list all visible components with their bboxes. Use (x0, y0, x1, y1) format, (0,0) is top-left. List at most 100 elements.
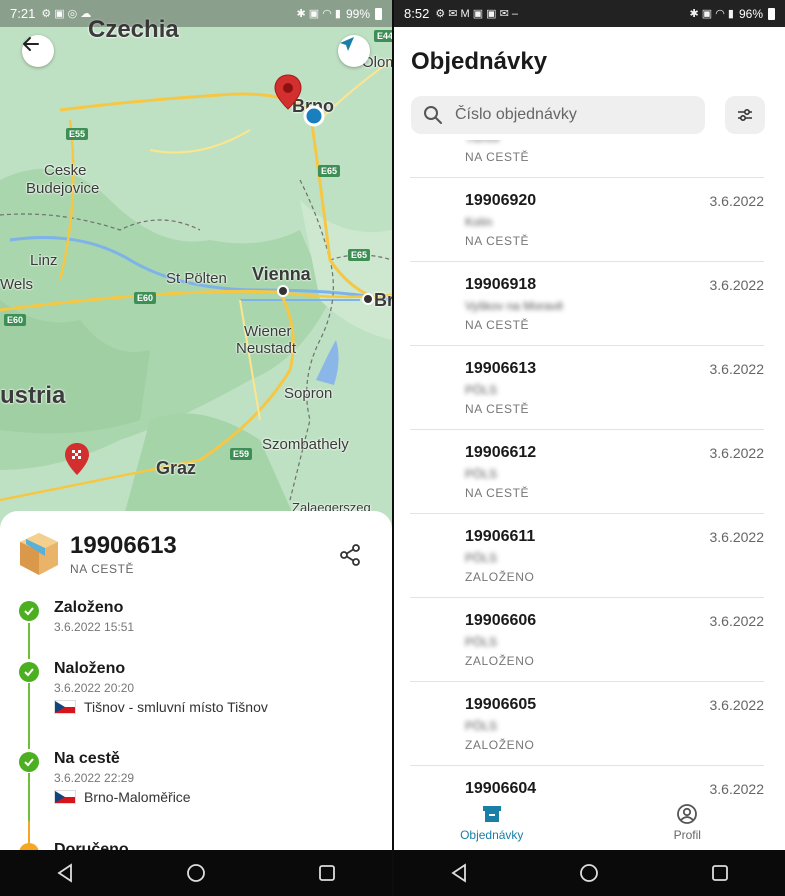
map-label-ceske: Ceske (44, 162, 87, 179)
order-row[interactable]: 19906606 PÖLS ZALOŽENO 3.6.2022 (410, 598, 764, 682)
battery-icon (375, 7, 382, 20)
timeline-step-created: Založeno 3.6.2022 15:51 (18, 599, 134, 634)
road-sign-e442: E442 (374, 30, 392, 42)
map-label-szombathely: Szombathely (262, 436, 349, 453)
map-label-sopron: Sopron (284, 385, 333, 402)
order-city: Vyškov na Moravě (465, 299, 564, 313)
timeline-step-location: Tišnov - smluvní místo Tišnov (54, 699, 378, 715)
orders-list[interactable]: 19906921TišnovNA CESTĚ19906920KolínNA CE… (410, 140, 764, 795)
map-label-bratislava: Br (374, 290, 392, 310)
signal-icons: ✱ ▣ ◠ ▮ (296, 8, 341, 20)
share-icon[interactable] (338, 543, 362, 567)
nav-back-button[interactable] (447, 861, 471, 885)
map-label-wiener: Wiener (244, 323, 292, 340)
system-nav-bar (0, 850, 392, 896)
nav-home-button[interactable] (577, 861, 601, 885)
order-row[interactable]: 19906605 PÖLS ZALOŽENO 3.6.2022 (410, 682, 764, 766)
map-label-vienna: Vienna (252, 264, 311, 284)
timeline-step-loaded: Naloženo 3.6.2022 20:20 Tišnov - smluvní… (18, 660, 378, 715)
order-date: 3.6.2022 (709, 193, 765, 209)
order-row[interactable]: 19906612 PÖLS NA CESTĚ 3.6.2022 (410, 430, 764, 514)
notification-icons: ⚙ ▣ ◎ ☁ (41, 8, 92, 20)
square-recents-icon (711, 865, 728, 881)
nav-home-button[interactable] (184, 861, 208, 885)
order-date: 3.6.2022 (709, 277, 765, 293)
order-city: PÖLS (465, 635, 498, 649)
location-name: Brno-Maloměřice (84, 789, 191, 805)
timeline-step-date: 3.6.2022 20:20 (54, 681, 135, 695)
status-battery: 96% (738, 6, 763, 21)
order-status: NA CESTĚ (465, 318, 530, 332)
order-date: 3.6.2022 (709, 613, 765, 629)
order-row[interactable]: 19906918 Vyškov na Moravě NA CESTĚ 3.6.2022 (410, 262, 764, 346)
tab-profile[interactable]: Profil (590, 795, 785, 850)
signal-icons: ✱ ▣ ◠ ▮ (689, 8, 734, 20)
timeline-step-date: 3.6.2022 15:51 (54, 620, 135, 634)
timeline-step-location: Brno-Maloměřice (54, 789, 378, 805)
status-bar: 7:21 ⚙ ▣ ◎ ☁ ✱ ▣ ◠ ▮ 99% (0, 0, 392, 27)
order-number: 19906918 (465, 276, 537, 293)
order-number: 19906606 (465, 612, 537, 629)
czech-flag-icon (54, 700, 76, 714)
order-number: 19906611 (465, 528, 536, 545)
notification-icons: ⚙ ✉ M ▣ ▣ ✉ – (435, 8, 519, 20)
order-number: 19906612 (465, 444, 537, 461)
map-label-austria: ustria (0, 382, 66, 409)
order-header: 19906613 NA CESTĚ (18, 531, 177, 577)
sliders-icon (738, 108, 752, 122)
check-circle-icon (19, 752, 39, 772)
order-city: PÖLS (465, 719, 498, 733)
timeline-step-date: 3.6.2022 22:29 (54, 771, 135, 785)
order-status: NA CESTĚ (465, 234, 530, 248)
order-detail-sheet[interactable]: 19906613 NA CESTĚ Založeno 3.6.2022 15:5… (0, 511, 392, 851)
order-row[interactable]: 19906604PÖLSZALOŽENO3.6.2022 (410, 766, 764, 795)
map-label-st-polten: St Pölten (166, 270, 227, 287)
road-sign-e60-left: E60 (4, 314, 27, 326)
system-nav-bar (394, 850, 785, 896)
timeline-step-in-transit: Na cestě 3.6.2022 22:29 Brno-Maloměřice (18, 750, 378, 805)
order-row[interactable]: 19906613 PÖLS NA CESTĚ 3.6.2022 (410, 346, 764, 430)
order-status: NA CESTĚ (70, 562, 135, 576)
map-label-budejovice: Budejovice (26, 180, 100, 197)
archive-box-icon (482, 806, 501, 822)
order-number: 19906613 (70, 532, 177, 559)
status-battery: 99% (345, 6, 370, 21)
order-row[interactable]: 19906611 PÖLS ZALOŽENO 3.6.2022 (410, 514, 764, 598)
order-number: 19906604 (465, 780, 537, 795)
map-pin-origin-icon[interactable] (64, 442, 90, 476)
order-status: NA CESTĚ (465, 486, 530, 500)
map-label-graz: Graz (156, 458, 197, 478)
czech-flag-icon (54, 790, 76, 804)
timeline-step-title: Naloženo (54, 660, 126, 677)
bottom-tab-bar: Objednávky Profil (394, 795, 785, 850)
back-button[interactable] (22, 35, 54, 67)
timeline-step-title: Na cestě (54, 750, 120, 767)
nav-recents-button[interactable] (708, 861, 732, 885)
triangle-back-icon (57, 863, 73, 883)
battery-icon (768, 7, 775, 20)
check-circle-icon (19, 662, 39, 682)
order-row[interactable]: 19906921TišnovNA CESTĚ (410, 140, 764, 178)
orders-list-screen: 8:52 ⚙ ✉ M ▣ ▣ ✉ – ✱ ▣ ◠ ▮ 96% Objednávk… (394, 0, 785, 896)
order-number: 19906613 (465, 360, 537, 377)
order-number: 19906605 (465, 696, 537, 713)
timeline-step-title: Založeno (54, 599, 124, 616)
tab-orders[interactable]: Objednávky (394, 795, 590, 850)
tab-label: Objednávky (460, 828, 524, 842)
filter-button[interactable] (725, 96, 765, 134)
map-label-neustadt: Neustadt (236, 340, 297, 357)
order-row[interactable]: 19906920 Kolín NA CESTĚ 3.6.2022 (410, 178, 764, 262)
navigation-arrow-icon (340, 37, 354, 51)
order-date: 3.6.2022 (709, 781, 765, 795)
search-input[interactable]: Číslo objednávky (411, 96, 705, 134)
map-view[interactable]: Czechia Brno Olomo Ceske Budejovice Linz… (0, 0, 392, 530)
map-pin-destination-icon[interactable] (274, 74, 302, 110)
arrow-left-icon (23, 37, 39, 51)
circle-home-icon (580, 864, 599, 882)
road-sign-e55: E55 (66, 128, 89, 140)
nav-recents-button[interactable] (315, 861, 339, 885)
square-recents-icon (318, 865, 335, 881)
order-date: 3.6.2022 (709, 697, 765, 713)
nav-back-button[interactable] (53, 861, 77, 885)
locate-button[interactable] (338, 35, 370, 67)
